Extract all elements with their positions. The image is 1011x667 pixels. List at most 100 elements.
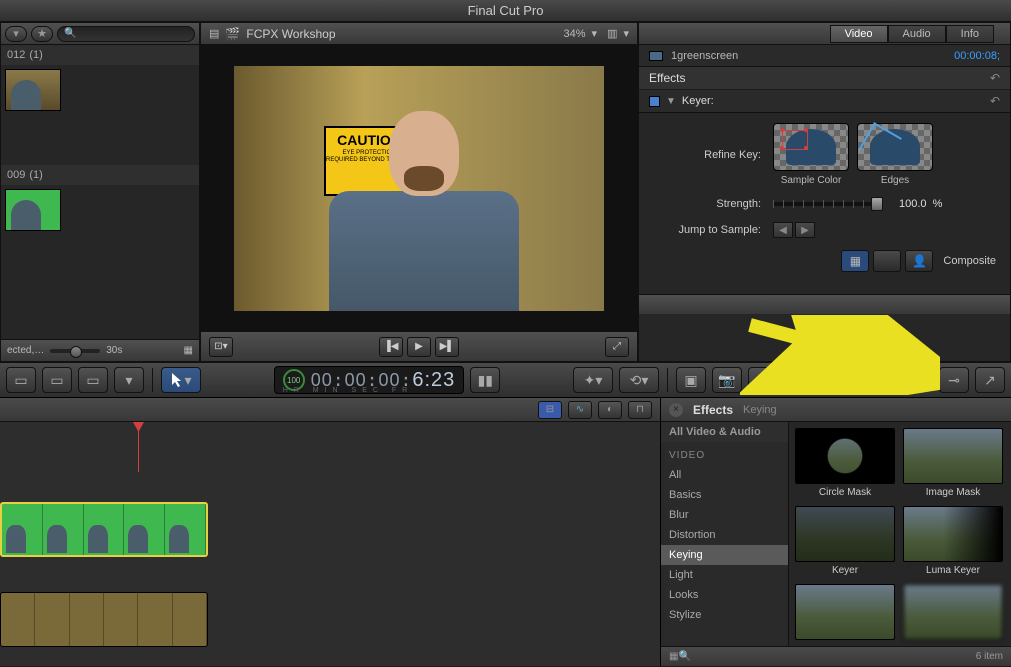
project-name: FCPX Workshop [246,27,335,41]
strength-slider[interactable] [773,202,883,206]
category-light[interactable]: Light [661,565,788,585]
timecode-labels: HR MIN SEC FR [283,387,414,394]
tab-video[interactable]: Video [830,25,888,43]
category-stylize[interactable]: Stylize [661,605,788,625]
effect-image-mask[interactable]: Image Mask [903,428,1003,498]
view-mode-3[interactable]: 👤 [905,250,933,272]
effects-section-title: Effects [649,71,685,85]
inspector-timecode: 00:00:08; [954,50,1000,62]
timecode-display[interactable]: 100 00:00:00:6:23 HR MIN SEC FR [274,366,465,394]
effect-circle-mask[interactable]: Circle Mask [795,428,895,498]
effect-luma-keyer[interactable]: Luma Keyer [903,506,1003,576]
view-mode-2[interactable] [873,250,901,272]
settings-dropdown-icon[interactable]: ▾ [623,27,629,40]
category-all-video-audio[interactable]: All Video & Audio [661,422,788,442]
effect-item[interactable] [903,584,1003,643]
effects-browser-button[interactable]: ▣ [676,367,706,393]
event-name: 009 [7,169,25,181]
share-button[interactable]: ↗ [975,367,1005,393]
effect-name: Keyer: [682,95,714,107]
window-titlebar: Final Cut Pro [0,0,1011,22]
enhance-button[interactable]: ✦▾ [573,367,613,393]
inspector-toggle-button[interactable]: ⊸ [939,367,969,393]
filter-button[interactable]: ▾ [5,26,27,42]
timeline-panel[interactable]: ⊟ ∿ ◐ ⊓ [0,398,661,666]
timeline-clip-background[interactable] [0,592,208,647]
event-count: (1) [29,169,42,181]
select-tool[interactable]: ▾ [161,367,201,393]
library-search[interactable]: 🔍 [57,26,195,42]
play-button[interactable]: ▶ [407,337,431,357]
main-toolbar: ▭ ▭ ▭ ▾ ▾ 100 00:00:00:6:23 HR MIN SEC F… [0,362,1011,398]
titles-browser-button[interactable]: T [820,367,850,393]
audio-skimming-button[interactable]: ∿ [568,401,592,419]
zoom-dropdown-icon[interactable]: ▾ [592,27,598,40]
prev-sample-button[interactable]: ◀ [773,222,793,238]
strength-label: Strength: [653,198,773,210]
append-clip-button[interactable]: ▭ [78,367,108,393]
audio-meter-button[interactable]: ▮▮ [470,367,500,393]
next-edit-button[interactable]: ▶▌ [435,337,459,357]
grid-view-icon[interactable]: ▦ [669,651,678,662]
edges-label: Edges [857,175,933,186]
video-section-header: VIDEO [661,442,788,465]
event-header-1[interactable]: 012 (1) [1,45,199,65]
clip-thumbnail[interactable] [5,189,61,231]
category-basics[interactable]: Basics [661,485,788,505]
music-browser-button[interactable]: ♫ [748,367,778,393]
viewer-panel: ▤ 🎬 FCPX Workshop 34% ▾ ▥ ▾ CAUTION EYE … [200,22,638,362]
library-panel: ▾ ★ 🔍 012 (1) 009 (1) ected,… [0,22,200,362]
insert-clip-button[interactable]: ▭ [42,367,72,393]
category-blur[interactable]: Blur [661,505,788,525]
search-icon: 🔍 [64,28,76,39]
tab-info[interactable]: Info [946,25,994,43]
skimming-button[interactable]: ⊟ [538,401,562,419]
sample-color-button[interactable] [773,123,849,171]
view-mode-1[interactable]: ▦ [841,250,869,272]
next-sample-button[interactable]: ▶ [795,222,815,238]
timeline-index-icon[interactable]: ▤ [209,27,219,40]
effect-enable-checkbox[interactable] [649,96,660,107]
event-header-2[interactable]: 009 (1) [1,165,199,185]
reset-icon[interactable]: ↶ [990,94,1000,108]
transitions-browser-button[interactable]: ⋈ [784,367,814,393]
reset-icon[interactable]: ↶ [990,71,1000,85]
snapping-button[interactable]: ⊓ [628,401,652,419]
category-distortion[interactable]: Distortion [661,525,788,545]
category-all[interactable]: All [661,465,788,485]
jump-to-sample-label: Jump to Sample: [653,224,773,236]
clip-appearance-icon[interactable]: ▦ [184,345,193,356]
playhead[interactable] [138,422,139,472]
timeline-clip-greenscreen[interactable] [0,502,208,557]
tab-audio[interactable]: Audio [888,25,946,43]
edges-button[interactable] [857,123,933,171]
viewer-zoom[interactable]: 34% [564,28,586,40]
strength-value[interactable]: 100.0 % [899,198,942,210]
generators-browser-button[interactable]: ◉ [856,367,886,393]
disclosure-triangle[interactable]: ▼ [666,96,676,107]
connect-clip-button[interactable]: ▭ [6,367,36,393]
effect-item[interactable] [795,584,895,643]
themes-browser-button[interactable]: ⬚ [892,367,922,393]
favorites-button[interactable]: ★ [31,26,53,42]
photos-browser-button[interactable]: 📷 [712,367,742,393]
thumbnail-zoom-slider[interactable] [50,349,100,353]
effects-browser-title: Effects [693,403,733,417]
category-keying[interactable]: Keying [661,545,788,565]
solo-button[interactable]: ◐ [598,401,622,419]
event-name: 012 [7,49,25,61]
search-icon[interactable]: 🔍 [678,651,690,662]
inspector-clip-name: 1greenscreen [671,50,738,62]
fullscreen-button[interactable]: ⤢ [605,337,629,357]
overwrite-clip-button[interactable]: ▾ [114,367,144,393]
close-icon[interactable]: × [669,403,683,417]
view-options-icon[interactable]: ▥ [607,27,617,40]
prev-edit-button[interactable]: ▐◀ [379,337,403,357]
effect-keyer[interactable]: Keyer [795,506,895,576]
viewer-display-button[interactable]: ⊡▾ [209,337,233,357]
clip-thumbnail[interactable] [5,69,61,111]
viewer-canvas[interactable]: CAUTION EYE PROTECTION REQUIRED BEYOND T… [201,45,637,331]
category-looks[interactable]: Looks [661,585,788,605]
retime-button[interactable]: ⟲▾ [619,367,659,393]
inspector-panel: Video Audio Info 1greenscreen 00:00:08; … [638,22,1011,362]
